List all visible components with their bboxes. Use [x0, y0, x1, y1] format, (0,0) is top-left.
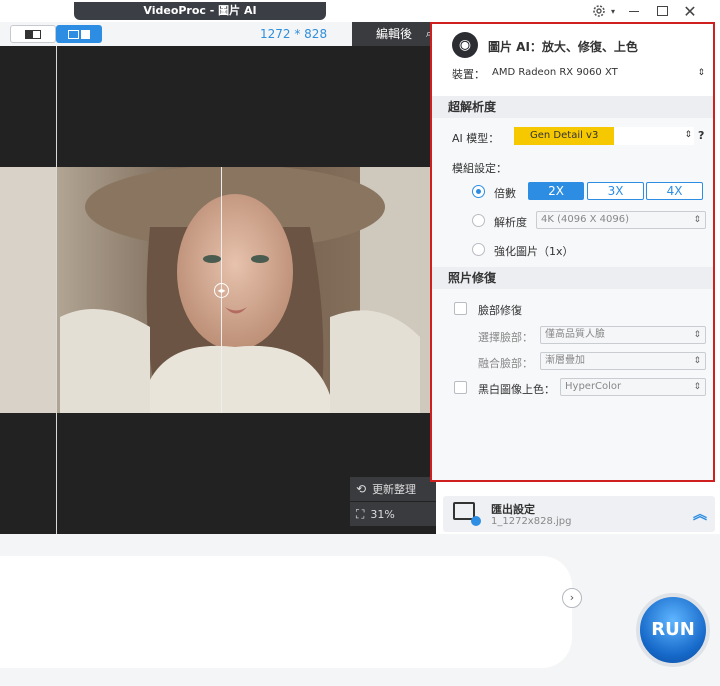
chevron-updown-icon: ⇕	[693, 356, 701, 366]
blend-face-label: 融合臉部：	[478, 357, 533, 370]
zoom-button[interactable]: ⛶ 31%	[350, 502, 436, 526]
chevron-right-icon[interactable]: ›	[562, 588, 582, 608]
scale-2x-button[interactable]: 2X	[528, 182, 584, 200]
refresh-icon: ⟲	[356, 482, 367, 496]
ai-model-value: Gen Detail v3	[514, 127, 615, 145]
dropdown-icon[interactable]: ▾	[606, 0, 620, 22]
panel-title: 圖片 AI：放大、修復、上色	[488, 40, 638, 54]
scale-3x-button[interactable]: 3X	[587, 182, 644, 200]
super-resolution-section: 超解析度	[432, 96, 713, 118]
export-settings-icon	[453, 502, 481, 526]
export-title: 匯出設定	[491, 503, 535, 516]
scale-radio[interactable]	[472, 185, 485, 198]
image-preview[interactable]: ◂▸ ⟲ 更新整理 ⛶ 31%	[0, 46, 436, 534]
after-edit-text: 編輯後	[376, 27, 413, 41]
resolution-label: 解析度	[494, 216, 527, 229]
ai-model-label: AI 模型：	[452, 132, 500, 145]
select-face-value: 僅高品質人臉	[545, 329, 605, 340]
enhance-label: 強化圖片（1x）	[494, 245, 574, 258]
select-face-label: 選擇臉部：	[478, 331, 533, 344]
ai-model-select[interactable]: Gen Detail v3 ⇕	[514, 127, 694, 145]
zoom-level: 31%	[370, 507, 395, 521]
chevron-updown-icon: ⇕	[697, 68, 705, 78]
device-select[interactable]: AMD Radeon RX 9060 XT ⇕	[492, 64, 707, 82]
photo-restore-section: 照片修復	[432, 267, 713, 289]
minimize-icon[interactable]	[620, 0, 648, 22]
chevron-updown-icon: ⇕	[693, 330, 701, 340]
bottom-track	[0, 556, 572, 668]
colorize-value: HyperColor	[565, 381, 622, 392]
face-restore-label: 臉部修復	[478, 304, 522, 317]
blend-face-value: 漸層疊加	[545, 355, 585, 366]
expand-up-icon[interactable]: ︽	[693, 504, 707, 524]
face-restore-checkbox[interactable]	[454, 302, 467, 315]
image-ai-icon: ◉	[452, 32, 478, 58]
enhance-radio[interactable]	[472, 243, 485, 256]
after-edit-label[interactable]: 編輯後 ⌕	[352, 22, 436, 46]
export-settings[interactable]: 匯出設定 1_1272x828.jpg ︽	[443, 496, 715, 532]
scale-4x-button[interactable]: 4X	[646, 182, 703, 200]
frame-line-left	[56, 46, 57, 534]
device-label: 裝置：	[452, 68, 485, 81]
maximize-icon[interactable]	[648, 0, 676, 22]
chevron-updown-icon: ⇕	[693, 382, 701, 392]
help-icon[interactable]: ?	[698, 129, 704, 142]
run-button[interactable]: RUN	[636, 593, 710, 667]
bottom-bar: ›	[0, 534, 720, 686]
chevron-updown-icon: ⇕	[693, 215, 701, 225]
refresh-button[interactable]: ⟲ 更新整理	[350, 477, 436, 501]
title-bar: VideoProc - 圖片 AI ▾ ✕	[0, 0, 720, 22]
device-value: AMD Radeon RX 9060 XT	[492, 67, 618, 78]
image-ai-panel: ◉ 圖片 AI：放大、修復、上色 裝置： AMD Radeon RX 9060 …	[430, 22, 715, 482]
zoom-icon: ⛶	[356, 506, 365, 521]
chevron-updown-icon: ⇕	[684, 130, 692, 140]
blend-face-select[interactable]: 漸層疊加 ⇕	[540, 352, 706, 370]
scale-label: 倍數	[494, 187, 516, 200]
model-setting-label: 模組設定：	[452, 162, 507, 175]
compare-view-button[interactable]	[56, 25, 102, 43]
panel-header: ◉ 圖片 AI：放大、修復、上色 裝置： AMD Radeon RX 9060 …	[432, 24, 713, 96]
colorize-checkbox[interactable]	[454, 381, 467, 394]
image-resolution: 1272 * 828	[260, 27, 328, 41]
compare-handle-icon[interactable]: ◂▸	[214, 283, 229, 298]
single-view-button[interactable]	[10, 25, 56, 43]
colorize-label: 黑白圖像上色：	[478, 383, 555, 396]
resolution-value: 4K (4096 X 4096)	[541, 214, 630, 225]
resolution-radio[interactable]	[472, 214, 485, 227]
app-title: VideoProc - 圖片 AI	[74, 2, 326, 20]
close-icon[interactable]: ✕	[676, 0, 704, 22]
export-filename: 1_1272x828.jpg	[491, 516, 572, 527]
resolution-select[interactable]: 4K (4096 X 4096) ⇕	[536, 211, 706, 229]
refresh-label: 更新整理	[372, 483, 417, 496]
select-face-select[interactable]: 僅高品質人臉 ⇕	[540, 326, 706, 344]
colorize-select[interactable]: HyperColor ⇕	[560, 378, 706, 396]
